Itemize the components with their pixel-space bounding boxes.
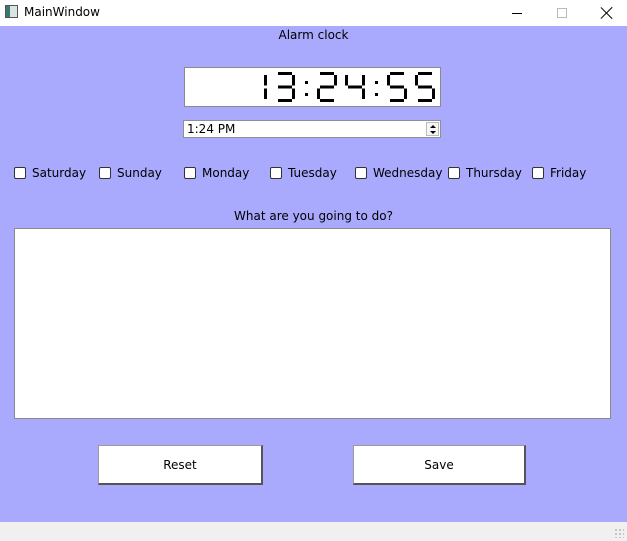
reset-button[interactable]: Reset [98, 445, 263, 485]
checkbox-label: Sunday [117, 166, 162, 180]
maximize-button[interactable] [539, 0, 584, 26]
checkbox-box[interactable] [270, 167, 282, 179]
lcd-segment [278, 72, 292, 75]
checkbox-label: Thursday [466, 166, 522, 180]
lcd-colon-dot [375, 93, 378, 96]
lcd-segment [278, 85, 292, 89]
checkbox-sunday[interactable]: Sunday [99, 166, 162, 180]
lcd-colon-dot [305, 93, 308, 96]
checkbox-tuesday[interactable]: Tuesday [270, 166, 337, 180]
checkbox-box[interactable] [448, 167, 460, 179]
checkbox-box[interactable] [184, 167, 196, 179]
minimize-button[interactable] [494, 0, 539, 26]
lcd-digits [264, 72, 435, 102]
checkbox-label: Friday [550, 166, 587, 180]
lcd-segment [334, 75, 337, 86]
checkbox-wednesday[interactable]: Wednesday [355, 166, 442, 180]
lcd-colon [305, 81, 308, 96]
task-prompt-label: What are you going to do? [234, 209, 393, 223]
spin-down-button[interactable] [427, 129, 438, 135]
checkbox-box[interactable] [532, 167, 544, 179]
app-window-icon [5, 5, 18, 18]
lcd-segment [320, 99, 334, 102]
lcd-digit [264, 75, 267, 99]
lcd-segment [390, 85, 404, 89]
close-icon [601, 7, 613, 19]
arrow-down-icon [429, 130, 436, 134]
checkbox-box[interactable] [99, 167, 111, 179]
lcd-segment [390, 99, 404, 102]
checkbox-thursday[interactable]: Thursday [448, 166, 522, 180]
lcd-segment [415, 75, 418, 86]
alarm-time-value[interactable]: 1:24 PM [187, 122, 235, 136]
minimize-icon [511, 12, 522, 14]
lcd-segment [292, 75, 295, 86]
checkbox-friday[interactable]: Friday [532, 166, 586, 180]
checkbox-label: Wednesday [373, 166, 443, 180]
checkbox-monday[interactable]: Monday [184, 166, 249, 180]
lcd-digit [345, 75, 365, 99]
lcd-segment [387, 75, 390, 86]
lcd-segment [317, 88, 320, 99]
lcd-segment [390, 72, 404, 75]
lcd-digit [278, 72, 295, 102]
resize-grip-icon[interactable] [614, 528, 624, 538]
lcd-segment [264, 88, 267, 99]
checkbox-saturday[interactable]: Saturday [14, 166, 86, 180]
lcd-segment [418, 72, 432, 75]
main-window: MainWindow Alarm clock 1:24 PM Saturday [0, 0, 627, 541]
lcd-segment [418, 99, 432, 102]
lcd-digit [387, 72, 407, 102]
lcd-segment [418, 85, 432, 89]
checkbox-label: Saturday [32, 166, 87, 180]
alarm-clock-title: Alarm clock [278, 28, 349, 42]
lcd-segment [264, 75, 267, 86]
lcd-segment [320, 85, 334, 89]
save-button[interactable]: Save [353, 445, 526, 485]
maximize-icon [556, 8, 567, 18]
checkbox-box[interactable] [355, 167, 367, 179]
lcd-segment [320, 72, 334, 75]
lcd-segment [362, 75, 365, 86]
lcd-segment [432, 88, 435, 99]
lcd-digit [415, 72, 435, 102]
lcd-segment [278, 99, 292, 102]
arrow-up-icon [429, 124, 436, 128]
lcd-segment [362, 88, 365, 99]
lcd-colon [375, 81, 378, 96]
checkbox-label: Monday [202, 166, 250, 180]
window-title: MainWindow [24, 5, 100, 19]
close-button[interactable] [584, 0, 627, 26]
checkbox-label: Tuesday [288, 166, 337, 180]
status-bar [0, 522, 627, 541]
task-text-area[interactable] [14, 228, 611, 419]
alarm-time-edit[interactable]: 1:24 PM [183, 120, 441, 138]
title-bar[interactable]: MainWindow [0, 0, 627, 26]
checkbox-box[interactable] [14, 167, 26, 179]
lcd-segment [345, 75, 348, 86]
lcd-segment [404, 88, 407, 99]
lcd-segment [292, 88, 295, 99]
lcd-clock-display [184, 67, 441, 107]
lcd-segment [348, 85, 362, 89]
lcd-colon-dot [305, 81, 308, 84]
lcd-colon-dot [375, 81, 378, 84]
lcd-digit [317, 72, 337, 102]
time-spinner[interactable] [426, 122, 439, 136]
